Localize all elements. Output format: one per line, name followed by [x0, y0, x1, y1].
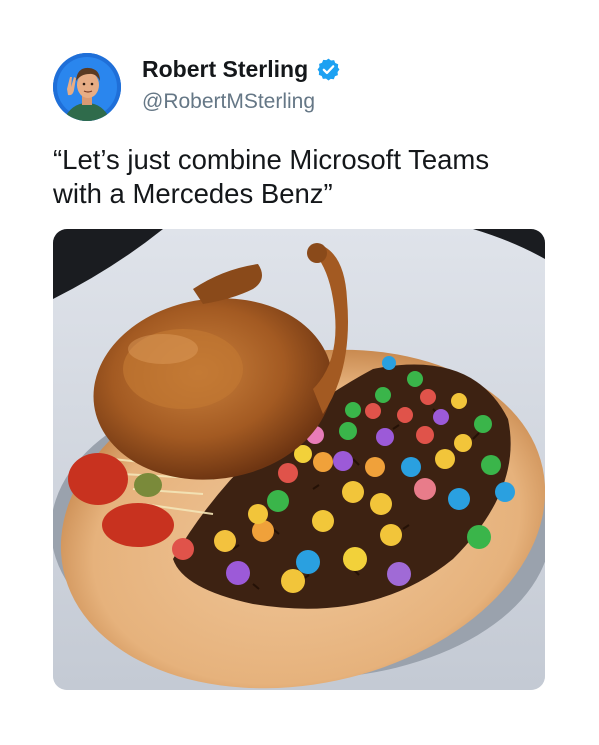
- photo-icon: [53, 229, 545, 690]
- avatar[interactable]: [53, 53, 121, 121]
- verified-badge-icon: [317, 58, 340, 81]
- author-handle[interactable]: @RobertMSterling: [142, 90, 315, 114]
- tweet-media-photo[interactable]: [53, 229, 545, 690]
- avatar-illustration-icon: [53, 53, 121, 121]
- tweet-card: Robert Sterling @RobertMSterling “Let’s …: [0, 0, 599, 745]
- tweet-text-line: “Let’s just combine Microsoft Teams: [53, 144, 490, 175]
- tweet-text: “Let’s just combine Microsoft Teams with…: [53, 143, 553, 211]
- author-display-name[interactable]: Robert Sterling: [142, 56, 308, 83]
- author-name-row: Robert Sterling: [142, 56, 341, 83]
- tweet-text-line: with a Mercedes Benz”: [53, 178, 333, 209]
